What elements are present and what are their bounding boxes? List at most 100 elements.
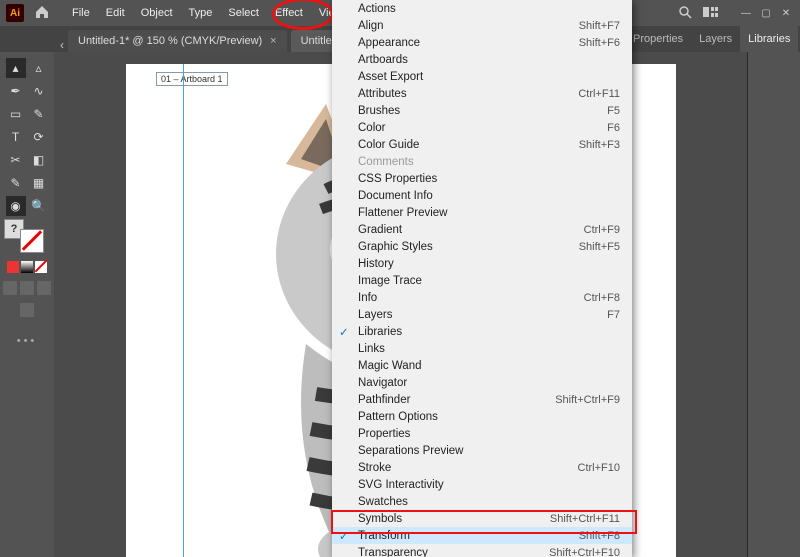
menu-item-layers[interactable]: Layers F7 [332, 306, 632, 323]
menu-item-svg-interactivity[interactable]: SVG Interactivity [332, 476, 632, 493]
tab-close-icon[interactable]: × [270, 35, 276, 47]
menu-item-properties[interactable]: Properties [332, 425, 632, 442]
arrange-icon[interactable] [702, 5, 720, 22]
home-icon[interactable] [34, 4, 50, 23]
menu-item-transparency[interactable]: TransparencyShift+Ctrl+F10 [332, 544, 632, 557]
menu-type[interactable]: Type [181, 0, 221, 26]
rotate-tool[interactable]: ⟳ [29, 127, 49, 147]
curvature-tool[interactable]: ∿ [29, 81, 49, 101]
menu-item-label: Magic Wand [358, 360, 422, 372]
gradient-swatch[interactable] [21, 261, 33, 273]
menu-item-artboards[interactable]: Artboards [332, 51, 632, 68]
menu-item-attributes[interactable]: AttributesCtrl+F11 [332, 85, 632, 102]
eraser-tool[interactable]: ◧ [29, 150, 49, 170]
menu-item-appearance[interactable]: AppearanceShift+F6 [332, 34, 632, 51]
close-button[interactable]: ✕ [778, 6, 794, 20]
menu-item-libraries[interactable]: ✓Libraries [332, 323, 632, 340]
menu-item-align[interactable]: AlignShift+F7 [332, 17, 632, 34]
menu-file[interactable]: File [64, 0, 98, 26]
menu-item-label: Graphic Styles [358, 241, 433, 253]
menu-item-symbols[interactable]: SymbolsShift+Ctrl+F11 [332, 510, 632, 527]
menu-item-label: Stroke [358, 462, 391, 474]
menu-item-navigator[interactable]: Navigator [332, 374, 632, 391]
eyedropper-tool[interactable]: ✎ [6, 173, 26, 193]
menu-item-label: Gradient [358, 224, 402, 236]
panel-tab-layers[interactable]: Layers [691, 26, 740, 52]
menu-item-stroke[interactable]: Stroke Ctrl+F10 [332, 459, 632, 476]
menu-item-label: Layers [358, 309, 393, 321]
draw-mode[interactable] [20, 281, 34, 295]
menu-item-label: Comments [358, 156, 414, 168]
menu-item-shortcut: F7 [607, 309, 620, 321]
tab-prev-icon[interactable]: ‹ [60, 38, 64, 52]
shape-builder-tool[interactable]: ◉ [6, 196, 26, 216]
menu-item-graphic-styles[interactable]: Graphic StylesShift+F5 [332, 238, 632, 255]
menu-item-shortcut: F5 [607, 105, 620, 117]
menu-item-image-trace[interactable]: Image Trace [332, 272, 632, 289]
menu-item-color-guide[interactable]: Color GuideShift+F3 [332, 136, 632, 153]
direct-selection-tool[interactable]: ▵ [29, 58, 49, 78]
menu-item-flattener-preview[interactable]: Flattener Preview [332, 204, 632, 221]
type-tool[interactable]: T [6, 127, 26, 147]
menu-item-label: CSS Properties [358, 173, 437, 185]
menu-item-document-info[interactable]: Document Info [332, 187, 632, 204]
rectangle-tool[interactable]: ▭ [6, 104, 26, 124]
menu-select[interactable]: Select [220, 0, 267, 26]
menu-edit[interactable]: Edit [98, 0, 133, 26]
menu-item-css-properties[interactable]: CSS Properties [332, 170, 632, 187]
menu-item-shortcut: Ctrl+F9 [584, 224, 620, 236]
menu-item-pathfinder[interactable]: PathfinderShift+Ctrl+F9 [332, 391, 632, 408]
toolbox: ▴▵ ✒∿ ▭✎ T⟳ ✂◧ ✎▦ ◉🔍 ? ••• [0, 52, 54, 557]
draw-mode[interactable] [3, 281, 17, 295]
minimize-button[interactable]: — [738, 6, 754, 20]
selection-tool[interactable]: ▴ [6, 58, 26, 78]
pen-tool[interactable]: ✒ [6, 81, 26, 101]
menu-item-magic-wand[interactable]: Magic Wand [332, 357, 632, 374]
menu-item-links[interactable]: Links [332, 340, 632, 357]
menu-item-label: Transform [358, 530, 410, 542]
menu-item-label: Navigator [358, 377, 407, 389]
menu-item-label: Attributes [358, 88, 407, 100]
menu-item-info[interactable]: InfoCtrl+F8 [332, 289, 632, 306]
menu-item-label: Appearance [358, 37, 420, 49]
zoom-tool[interactable]: 🔍 [29, 196, 49, 216]
draw-mode[interactable] [37, 281, 51, 295]
color-swatch[interactable] [7, 261, 19, 273]
document-tab[interactable]: Untitled-1* @ 150 % (CMYK/Preview) × [68, 30, 287, 52]
right-panel-tabs: Properties Layers Libraries » [625, 26, 800, 52]
menu-item-label: Artboards [358, 54, 408, 66]
menu-item-transform[interactable]: ✓TransformShift+F8 [332, 527, 632, 544]
panel-tab-properties[interactable]: Properties [625, 26, 691, 52]
menu-item-color[interactable]: ColorF6 [332, 119, 632, 136]
menu-item-label: Color [358, 122, 385, 134]
none-swatch[interactable] [35, 261, 47, 273]
edit-toolbar-icon[interactable]: ••• [17, 335, 38, 347]
menu-item-brushes[interactable]: BrushesF5 [332, 102, 632, 119]
fill-stroke-swatch[interactable]: ? [10, 225, 44, 251]
menu-item-label: Links [358, 343, 385, 355]
search-icon[interactable] [676, 5, 694, 22]
menu-item-gradient[interactable]: Gradient Ctrl+F9 [332, 221, 632, 238]
menu-item-shortcut: Shift+F7 [579, 20, 620, 32]
menu-effect[interactable]: Effect [267, 0, 311, 26]
menu-item-label: Properties [358, 428, 410, 440]
menu-item-label: Symbols [358, 513, 402, 525]
menu-item-asset-export[interactable]: Asset Export [332, 68, 632, 85]
menu-item-shortcut: Ctrl+F8 [584, 292, 620, 304]
panel-tab-libraries[interactable]: Libraries [740, 26, 798, 52]
gradient-tool[interactable]: ▦ [29, 173, 49, 193]
maximize-button[interactable]: ▢ [758, 6, 774, 20]
menu-item-shortcut: Ctrl+F10 [578, 462, 621, 474]
brush-tool[interactable]: ✎ [29, 104, 49, 124]
menu-item-label: Image Trace [358, 275, 422, 287]
menu-item-pattern-options[interactable]: Pattern Options [332, 408, 632, 425]
menu-item-label: Document Info [358, 190, 433, 202]
menu-item-separations-preview[interactable]: Separations Preview [332, 442, 632, 459]
menu-item-actions[interactable]: Actions [332, 0, 632, 17]
scissors-tool[interactable]: ✂ [6, 150, 26, 170]
menu-item-history[interactable]: History [332, 255, 632, 272]
menu-object[interactable]: Object [133, 0, 181, 26]
screen-mode[interactable] [20, 303, 34, 317]
menu-item-label: Swatches [358, 496, 408, 508]
menu-item-swatches[interactable]: Swatches [332, 493, 632, 510]
